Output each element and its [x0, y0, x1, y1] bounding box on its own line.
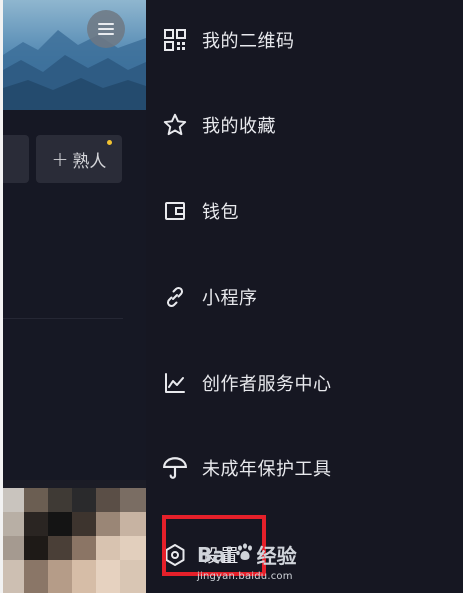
- add-acquaintance-button[interactable]: + 熟人: [36, 135, 122, 183]
- menu-item-favorites[interactable]: 我的收藏: [162, 105, 452, 145]
- side-drawer-menu: 我的二维码 我的收藏 钱包 小程序 创作者服务中心 未成年保护工具 设置: [146, 0, 463, 593]
- paw-icon: [235, 542, 255, 567]
- menu-item-qr-code[interactable]: 我的二维码: [162, 20, 452, 60]
- menu-item-minor-protection[interactable]: 未成年保护工具: [162, 448, 452, 488]
- link-icon: [162, 284, 188, 310]
- divider: [3, 318, 123, 319]
- add-acquaintance-label: 熟人: [72, 151, 107, 172]
- profile-cover-image: [3, 0, 146, 110]
- pixelated-thumbnail: [0, 480, 146, 593]
- watermark-url: jingyan.baidu.com: [197, 571, 293, 582]
- wallet-icon: [162, 198, 188, 224]
- menu-item-label: 创作者服务中心: [202, 374, 332, 395]
- qr-code-icon: [162, 27, 188, 53]
- tab-chip[interactable]: [3, 135, 29, 183]
- chart-icon: [162, 370, 188, 396]
- menu-item-wallet[interactable]: 钱包: [162, 191, 452, 231]
- menu-item-label: 未成年保护工具: [202, 459, 332, 480]
- hamburger-icon: [98, 23, 114, 35]
- umbrella-icon: [162, 455, 188, 481]
- menu-item-label: 小程序: [202, 288, 258, 309]
- background-page: + 熟人: [0, 0, 146, 593]
- menu-item-label: 钱包: [202, 202, 239, 223]
- baidu-jingyan-watermark: Bai 经验 jingyan.baidu.com: [197, 540, 317, 586]
- menu-button[interactable]: [87, 10, 125, 48]
- star-icon: [162, 112, 188, 138]
- notification-dot: [107, 140, 112, 145]
- plus-icon: +: [51, 147, 69, 171]
- watermark-brand-left: Bai: [197, 542, 233, 567]
- watermark-brand-right: 经验: [256, 544, 297, 568]
- menu-item-label: 我的收藏: [202, 116, 276, 137]
- menu-item-creator-center[interactable]: 创作者服务中心: [162, 363, 452, 403]
- menu-item-mini-programs[interactable]: 小程序: [162, 277, 452, 317]
- menu-item-label: 我的二维码: [202, 31, 295, 52]
- edge-strip: [0, 0, 3, 593]
